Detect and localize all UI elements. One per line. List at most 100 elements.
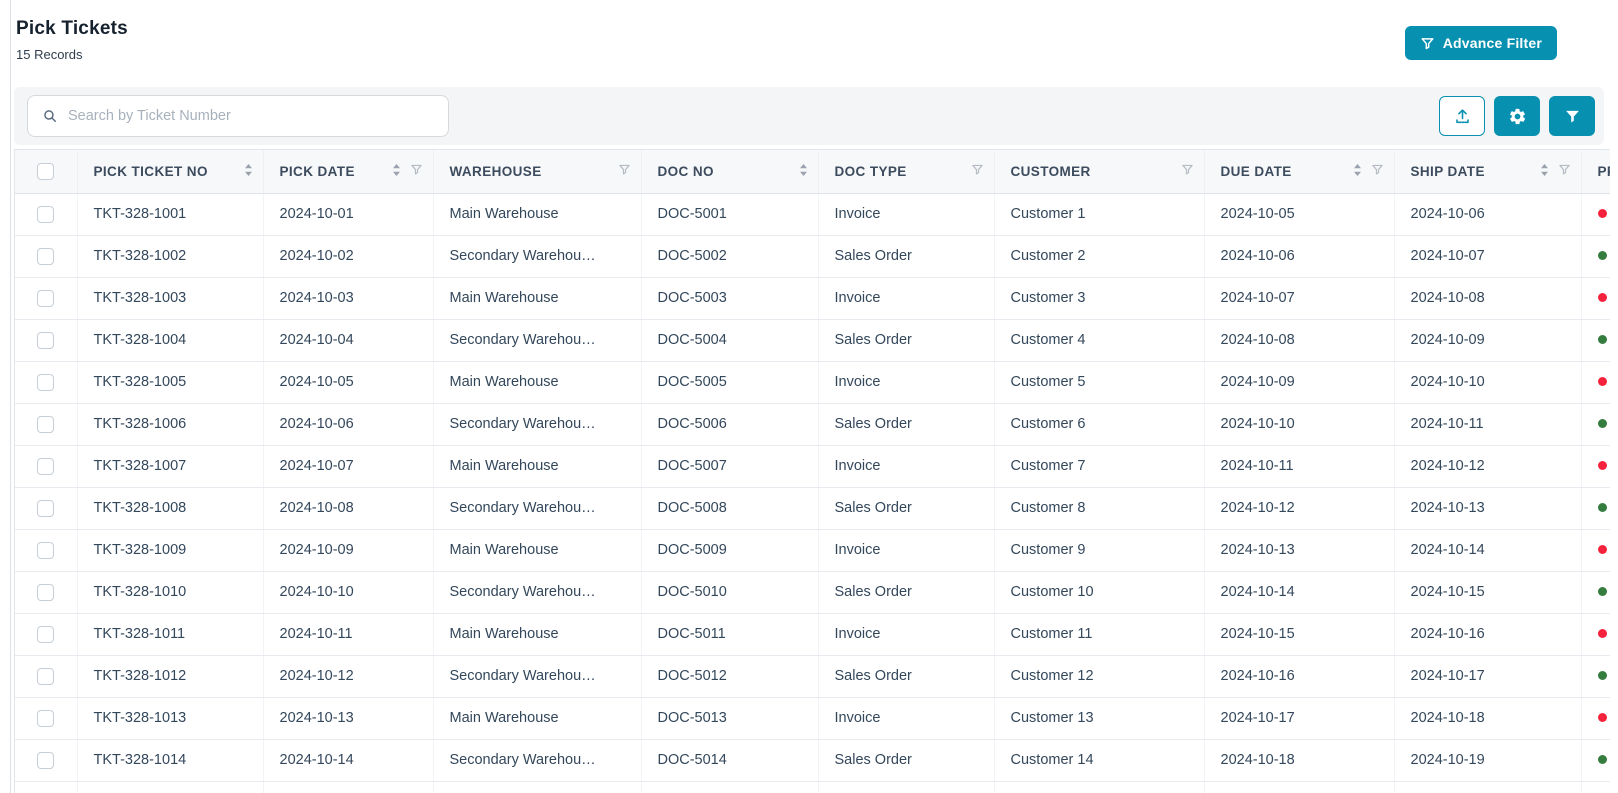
- row-checkbox[interactable]: [37, 499, 55, 517]
- cell-priority: [1581, 361, 1610, 404]
- table-row[interactable]: TKT-328-1010 2024-10-10 Secondary Wareho…: [15, 571, 1610, 614]
- select-all-checkbox[interactable]: [37, 162, 55, 180]
- cell-warehouse: Main Warehouse: [433, 445, 642, 488]
- column-header-ship-date[interactable]: SHIP DATE: [1394, 150, 1582, 194]
- table-row[interactable]: TKT-328-1005 2024-10-05 Main Warehouse D…: [15, 361, 1610, 404]
- table-row[interactable]: TKT-328-1013 2024-10-13 Main Warehouse D…: [15, 697, 1610, 740]
- table-row[interactable]: TKT-328-1011 2024-10-11 Main Warehouse D…: [15, 613, 1610, 656]
- table-row[interactable]: TKT-328-1003 2024-10-03 Main Warehouse D…: [15, 277, 1610, 320]
- sort-icon[interactable]: [392, 163, 401, 180]
- sort-icon[interactable]: [1540, 163, 1549, 180]
- priority-dot: [1597, 755, 1607, 764]
- cell-pick-ticket-no: TKT-328-1004: [77, 319, 264, 362]
- column-filter-icon[interactable]: [971, 163, 984, 179]
- cell-doc-type: Invoice: [818, 361, 995, 404]
- table-row[interactable]: TKT-328-1008 2024-10-08 Secondary Wareho…: [15, 487, 1610, 530]
- column-filter-icon[interactable]: [1181, 163, 1194, 179]
- column-header-warehouse[interactable]: WAREHOUSE: [433, 150, 642, 194]
- cell-warehouse: Secondary Warehou…: [433, 403, 642, 446]
- cell-ship-date: 2024-10-19: [1394, 739, 1582, 782]
- priority-dot: [1597, 209, 1607, 218]
- column-header-pick-ticket-no[interactable]: PICK TICKET NO: [77, 150, 264, 194]
- column-header-doc-type[interactable]: DOC TYPE: [818, 150, 995, 194]
- column-header-pick-date[interactable]: PICK DATE: [263, 150, 434, 194]
- funnel-filled-icon: [1564, 108, 1581, 125]
- priority-dot: [1597, 461, 1607, 470]
- row-checkbox[interactable]: [37, 247, 55, 265]
- cell-warehouse: Main Warehouse: [433, 613, 642, 656]
- table-row[interactable]: TKT-328-1004 2024-10-04 Secondary Wareho…: [15, 319, 1610, 362]
- cell-warehouse: Main Warehouse: [433, 781, 642, 793]
- column-filter-icon[interactable]: [618, 163, 631, 179]
- row-checkbox[interactable]: [37, 709, 55, 727]
- cell-ship-date: 2024-10-08: [1394, 277, 1582, 320]
- cell-priority: [1581, 235, 1610, 278]
- table-row[interactable]: TKT-328-1014 2024-10-14 Secondary Wareho…: [15, 739, 1610, 782]
- export-button[interactable]: [1439, 96, 1485, 136]
- table-row[interactable]: TKT-328-1009 2024-10-09 Main Warehouse D…: [15, 529, 1610, 572]
- cell-doc-no: DOC-5006: [641, 403, 819, 446]
- cell-pick-date: 2024-10-05: [263, 361, 434, 404]
- row-checkbox[interactable]: [37, 541, 55, 559]
- column-filter-icon[interactable]: [410, 163, 423, 179]
- table-row[interactable]: TKT-328-1015 2024-10-15 Main Warehouse D…: [15, 781, 1610, 793]
- row-checkbox[interactable]: [37, 373, 55, 391]
- row-checkbox[interactable]: [37, 331, 55, 349]
- table-row[interactable]: TKT-328-1002 2024-10-02 Secondary Wareho…: [15, 235, 1610, 278]
- sort-icon[interactable]: [799, 163, 808, 180]
- table-row[interactable]: TKT-328-1006 2024-10-06 Secondary Wareho…: [15, 403, 1610, 446]
- cell-doc-type: Invoice: [818, 781, 995, 793]
- column-header-customer[interactable]: CUSTOMER: [994, 150, 1205, 194]
- cell-doc-type: Sales Order: [818, 235, 995, 278]
- cell-doc-type: Sales Order: [818, 655, 995, 698]
- row-checkbox[interactable]: [37, 457, 55, 475]
- column-header-due-date[interactable]: DUE DATE: [1204, 150, 1395, 194]
- column-header-doc-no[interactable]: DOC NO: [641, 150, 819, 194]
- cell-customer: Customer 3: [994, 277, 1205, 320]
- row-checkbox[interactable]: [37, 751, 55, 769]
- priority-dot: [1597, 671, 1607, 680]
- cell-pick-ticket-no: TKT-328-1002: [77, 235, 264, 278]
- priority-dot: [1597, 419, 1607, 428]
- cell-warehouse: Main Warehouse: [433, 277, 642, 320]
- pick-tickets-table: PICK TICKET NO PICK DATE WAREHOUSE DOC N…: [14, 149, 1610, 793]
- cell-doc-type: Sales Order: [818, 571, 995, 614]
- cell-pick-date: 2024-10-04: [263, 319, 434, 362]
- filter-button[interactable]: [1549, 96, 1595, 136]
- cell-pick-date: 2024-10-03: [263, 277, 434, 320]
- table-row[interactable]: TKT-328-1012 2024-10-12 Secondary Wareho…: [15, 655, 1610, 698]
- priority-dot: [1597, 629, 1607, 638]
- cell-doc-no: DOC-5009: [641, 529, 819, 572]
- table-row[interactable]: TKT-328-1001 2024-10-01 Main Warehouse D…: [15, 193, 1610, 236]
- row-checkbox[interactable]: [37, 415, 55, 433]
- cell-warehouse: Secondary Warehou…: [433, 235, 642, 278]
- row-checkbox[interactable]: [37, 289, 55, 307]
- row-checkbox[interactable]: [37, 625, 55, 643]
- cell-customer: Customer 6: [994, 403, 1205, 446]
- cell-warehouse: Main Warehouse: [433, 193, 642, 236]
- row-checkbox[interactable]: [37, 583, 55, 601]
- column-filter-icon[interactable]: [1558, 163, 1571, 179]
- cell-pick-date: 2024-10-01: [263, 193, 434, 236]
- advance-filter-button[interactable]: Advance Filter: [1404, 26, 1557, 60]
- search-input[interactable]: [68, 108, 433, 124]
- cell-priority: [1581, 529, 1610, 572]
- cell-customer: Customer 13: [994, 697, 1205, 740]
- settings-button[interactable]: [1494, 96, 1540, 136]
- content-left-divider: [10, 0, 11, 793]
- priority-dot: [1597, 503, 1607, 512]
- cell-customer: Customer 1: [994, 193, 1205, 236]
- column-header-priority[interactable]: PRIORITY: [1581, 150, 1610, 194]
- cell-ship-date: 2024-10-18: [1394, 697, 1582, 740]
- sort-icon[interactable]: [244, 163, 253, 180]
- cell-ship-date: 2024-10-10: [1394, 361, 1582, 404]
- row-checkbox[interactable]: [37, 205, 55, 223]
- column-filter-icon[interactable]: [1371, 163, 1384, 179]
- cell-warehouse: Main Warehouse: [433, 529, 642, 572]
- cell-due-date: 2024-10-15: [1204, 613, 1395, 656]
- cell-doc-no: DOC-5014: [641, 739, 819, 782]
- cell-priority: [1581, 277, 1610, 320]
- sort-icon[interactable]: [1353, 163, 1362, 180]
- table-row[interactable]: TKT-328-1007 2024-10-07 Main Warehouse D…: [15, 445, 1610, 488]
- row-checkbox[interactable]: [37, 667, 55, 685]
